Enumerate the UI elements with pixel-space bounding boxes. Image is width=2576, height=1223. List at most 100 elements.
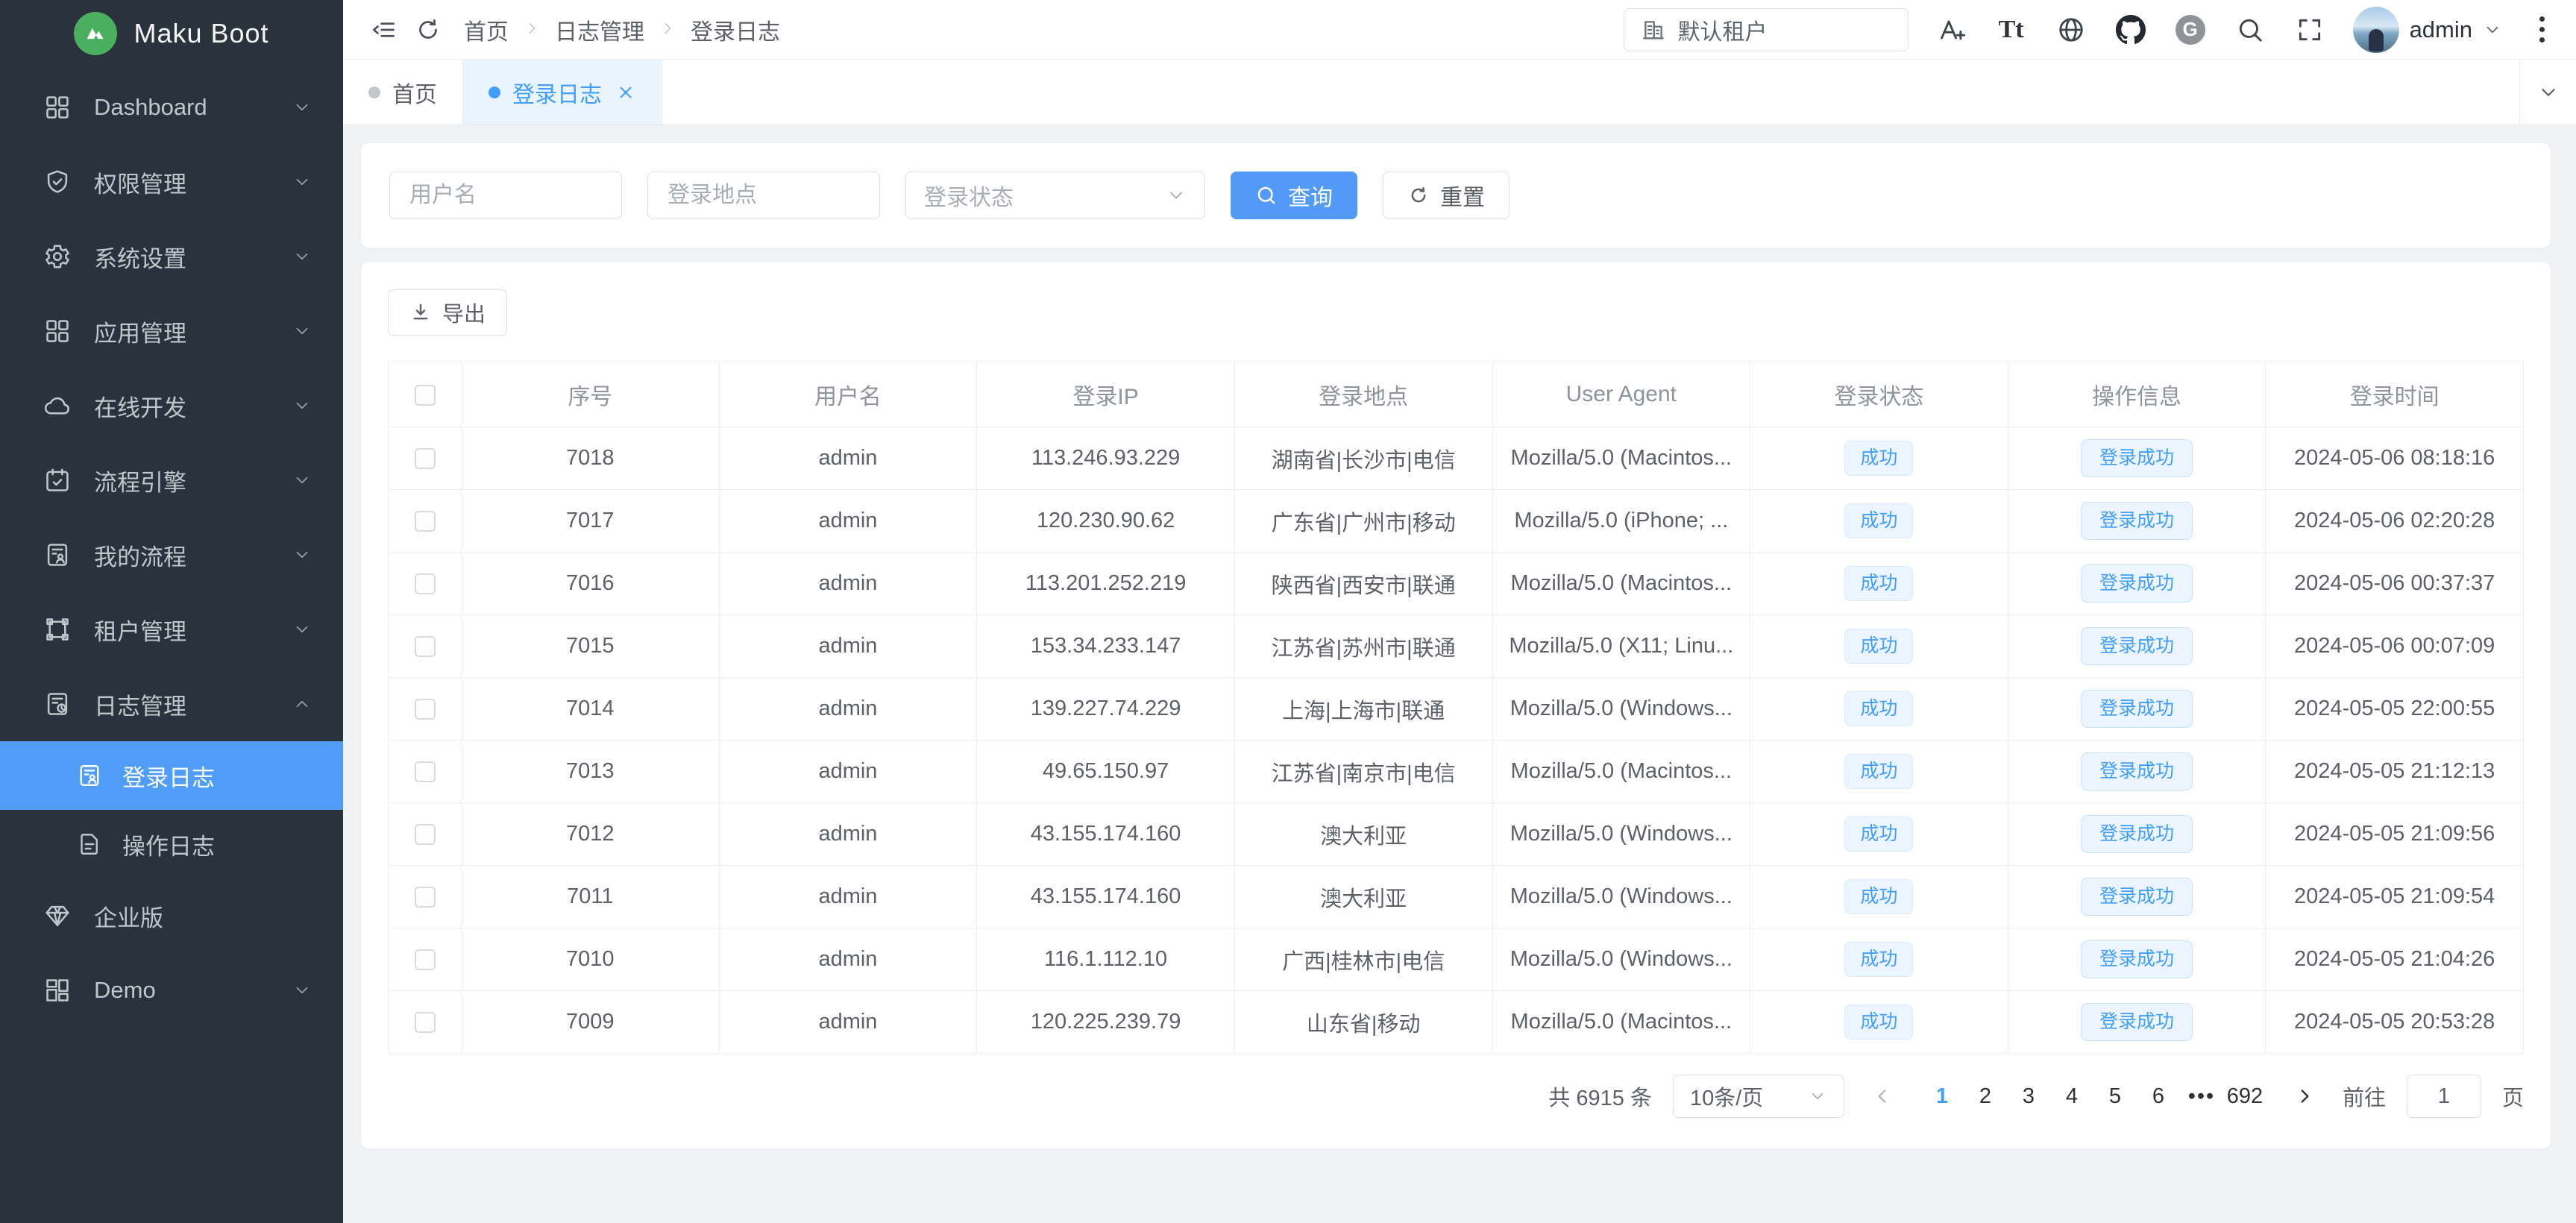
tenant-select[interactable]: 默认租户 [1624, 8, 1909, 51]
cell-login-time: 2024-05-06 02:20:28 [2266, 490, 2524, 553]
page-number-6[interactable]: 6 [2137, 1076, 2180, 1116]
sidebar-item-label: 租户管理 [94, 613, 292, 647]
breadcrumb-section[interactable]: 日志管理 [555, 13, 644, 46]
sidebar-item-online-dev[interactable]: 在线开发 [0, 368, 343, 443]
sidebar-item-system-settings[interactable]: 系统设置 [0, 219, 343, 294]
prev-page-button[interactable] [1865, 1076, 1900, 1116]
row-checkbox[interactable] [415, 699, 436, 720]
username-input[interactable] [389, 172, 622, 219]
tab-list-dropdown-button[interactable] [2519, 60, 2576, 125]
page-number-1[interactable]: 1 [1920, 1076, 1964, 1116]
cell-seq: 7014 [462, 678, 720, 741]
more-pages-button[interactable]: ••• [2180, 1076, 2223, 1116]
user-menu[interactable]: admin [2353, 7, 2502, 53]
cell-username: admin [719, 427, 977, 490]
sidebar-item-workflow-engine[interactable]: 流程引擎 [0, 443, 343, 518]
page-size-select[interactable]: 10条/页 [1673, 1075, 1844, 1118]
row-checkbox[interactable] [415, 573, 436, 594]
header-username: 用户名 [719, 362, 977, 427]
sidebar-collapse-button[interactable] [361, 7, 406, 52]
cell-user-agent: Mozilla/5.0 (Macintos... [1492, 741, 1750, 803]
goto-page-input[interactable] [2407, 1075, 2481, 1118]
next-page-button[interactable] [2287, 1076, 2322, 1116]
sidebar-item-login-log[interactable]: 登录日志 [0, 741, 343, 810]
row-checkbox[interactable] [415, 448, 436, 469]
reset-button[interactable]: 重置 [1383, 172, 1510, 219]
document-clock-icon [43, 690, 72, 718]
row-checkbox[interactable] [415, 636, 436, 657]
row-checkbox[interactable] [415, 511, 436, 532]
github-button[interactable] [2114, 13, 2147, 46]
page-number-last[interactable]: 692 [2223, 1076, 2266, 1116]
topbar: 首页 日志管理 登录日志 默认租户 Tt [343, 0, 2576, 60]
sidebar-item-enterprise[interactable]: 企业版 [0, 878, 343, 953]
operation-badge[interactable]: 登录成功 [2081, 439, 2193, 478]
tab-home[interactable]: 首页 [343, 60, 463, 125]
operation-badge[interactable]: 登录成功 [2081, 1003, 2193, 1042]
filter-bar: 登录状态 查询 重置 [361, 143, 2551, 248]
refresh-icon [415, 16, 442, 43]
sidebar-item-operation-log[interactable]: 操作日志 [0, 810, 343, 878]
search-button-primary[interactable]: 查询 [1231, 172, 1357, 219]
cell-username: admin [719, 991, 977, 1054]
row-checkbox[interactable] [415, 887, 436, 908]
cell-login-time: 2024-05-05 21:09:54 [2266, 866, 2524, 928]
font-size-button[interactable]: Tt [1995, 13, 2028, 46]
cell-username: admin [719, 615, 977, 678]
operation-badge[interactable]: 登录成功 [2081, 752, 2193, 791]
operation-badge[interactable]: 登录成功 [2081, 627, 2193, 666]
goto-unit-label: 页 [2502, 1081, 2524, 1112]
frame-icon [43, 615, 72, 644]
operation-badge[interactable]: 登录成功 [2081, 502, 2193, 541]
operation-badge[interactable]: 登录成功 [2081, 565, 2193, 603]
sidebar-item-label: 流程引擎 [94, 464, 292, 497]
page-size-value: 10条/页 [1690, 1081, 1763, 1112]
fullscreen-button[interactable] [2293, 13, 2326, 46]
row-checkbox[interactable] [415, 761, 436, 782]
cell-login-time: 2024-05-05 22:00:55 [2266, 678, 2524, 741]
row-checkbox[interactable] [415, 1012, 436, 1033]
table-body: 7018 admin 113.246.93.229 湖南省|长沙市|电信 Moz… [389, 427, 2524, 1054]
sidebar-item-demo[interactable]: Demo [0, 953, 343, 1028]
sidebar-item-permissions[interactable]: 权限管理 [0, 145, 343, 219]
sidebar-item-tenant-management[interactable]: 租户管理 [0, 592, 343, 667]
tabbar: 首页 登录日志 [343, 60, 2576, 125]
content: 登录状态 查询 重置 导出 [343, 125, 2576, 1223]
refresh-button[interactable] [406, 7, 450, 52]
close-icon[interactable] [615, 82, 636, 103]
sidebar-item-app-management[interactable]: 应用管理 [0, 294, 343, 368]
select-all-checkbox[interactable] [415, 385, 436, 406]
cell-user-agent: Mozilla/5.0 (Windows... [1492, 678, 1750, 741]
operation-badge[interactable]: 登录成功 [2081, 690, 2193, 729]
demo-grid-icon [43, 976, 72, 1005]
page-number-4[interactable]: 4 [2050, 1076, 2093, 1116]
cell-login-ip: 120.225.239.79 [977, 991, 1235, 1054]
login-location-input[interactable] [647, 172, 880, 219]
login-status-select[interactable]: 登录状态 [905, 172, 1205, 219]
sidebar-item-log-management[interactable]: 日志管理 [0, 667, 343, 741]
sidebar-item-my-workflow[interactable]: 我的流程 [0, 518, 343, 592]
export-button[interactable]: 导出 [388, 289, 507, 336]
language-button[interactable] [2055, 13, 2087, 46]
tab-label: 首页 [392, 76, 437, 109]
table-row: 7013 admin 49.65.150.97 江苏省|南京市|电信 Mozil… [389, 741, 2524, 803]
gitee-button[interactable]: G [2174, 13, 2207, 46]
search-button[interactable] [2234, 13, 2266, 46]
operation-badge[interactable]: 登录成功 [2081, 940, 2193, 979]
translate-button[interactable] [1935, 13, 1968, 46]
tab-login-log[interactable]: 登录日志 [463, 60, 662, 125]
chevron-down-icon [1808, 1087, 1827, 1106]
operation-badge[interactable]: 登录成功 [2081, 878, 2193, 917]
chevron-down-icon [292, 620, 312, 639]
sidebar-item-dashboard[interactable]: Dashboard [0, 70, 343, 145]
breadcrumb-home[interactable]: 首页 [464, 13, 509, 46]
page-number-3[interactable]: 3 [2007, 1076, 2050, 1116]
row-checkbox[interactable] [415, 824, 436, 845]
operation-badge[interactable]: 登录成功 [2081, 815, 2193, 854]
more-options-button[interactable] [2529, 12, 2555, 47]
tenant-select-value: 默认租户 [1678, 13, 1768, 46]
row-checkbox[interactable] [415, 949, 436, 970]
page-number-2[interactable]: 2 [1964, 1076, 2007, 1116]
cell-username: admin [719, 803, 977, 866]
page-number-5[interactable]: 5 [2093, 1076, 2137, 1116]
